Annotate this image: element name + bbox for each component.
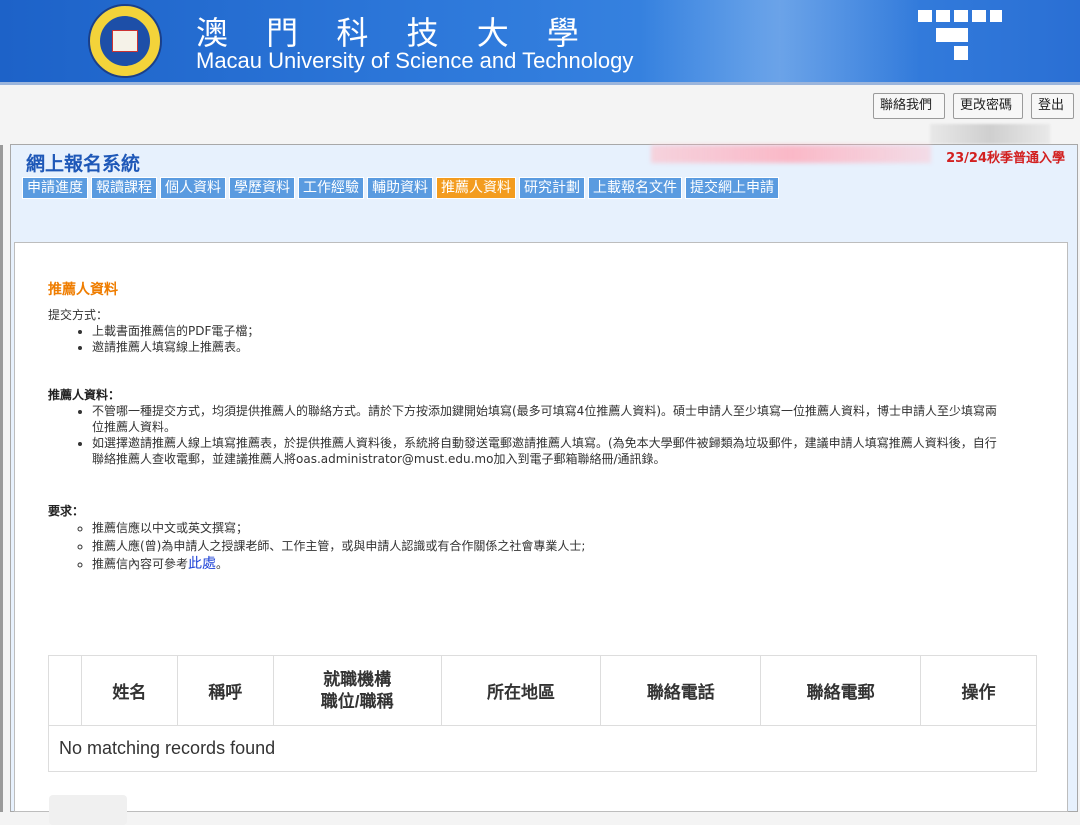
organization-position-column-header[interactable]: 就職機構 職位/職稱 [272,655,442,726]
select-column-header [48,655,82,726]
referee-content: 推薦人資料 提交方式： 上載書面推薦信的PDF電子檔； 邀請推薦人填寫線上推薦表… [14,242,1068,825]
email-column-header[interactable]: 聯絡電郵 [760,655,922,726]
header-banner: 澳 門 科 技 大 學 Macau University of Science … [0,0,1080,82]
phone-column-header[interactable]: 聯絡電話 [600,655,762,726]
list-item: 邀請推薦人填寫線上推薦表。 [92,339,1028,355]
referee-info-block: 推薦人資料： 不管哪一種提交方式，均須提供推薦人的聯絡方式。請於下方按添加鍵開始… [48,387,1008,467]
tab-education[interactable]: 學歷資料 [229,177,295,199]
redacted-applicant-info [651,145,931,163]
referee-table: 姓名 稱呼 就職機構 職位/職稱 所在地區 聯絡電話 聯絡電郵 操作 No mat… [48,655,1037,772]
deco-square [954,10,968,22]
list-item: 上載書面推薦信的PDF電子檔； [92,323,1028,339]
organization-header-line: 就職機構 [323,669,392,689]
deco-square [990,10,1002,22]
list-item: 推薦人應(曾)為申請人之授課老師、工作主管，或與申請人認識或有合作關係之社會專業… [92,537,1028,555]
requirements-block: 要求： 推薦信應以中文或英文撰寫； 推薦人應(曾)為申請人之授課老師、工作主管，… [48,503,1028,573]
tab-referees[interactable]: 推薦人資料 [436,177,516,199]
tab-supplementary[interactable]: 輔助資料 [367,177,433,199]
deco-square [972,10,986,22]
deco-square [936,10,950,22]
empty-table-message: No matching records found [48,725,1037,772]
add-referee-button[interactable] [49,795,127,825]
reference-link[interactable]: 此處 [188,556,216,572]
table-header-row: 姓名 稱呼 就職機構 職位/職稱 所在地區 聯絡電話 聯絡電郵 操作 [48,655,1037,726]
reference-suffix: 。 [216,557,229,571]
top-toolbar: 聯絡我們 更改密碼 登出 [0,82,1080,145]
section-title: 推薦人資料 [48,282,118,298]
list-item: 如選擇邀請推薦人線上填寫推薦表，於提供推薦人資料後，系統將自動發送電郵邀請推薦人… [92,435,1008,467]
deco-square [954,46,968,60]
list-item: 推薦信應以中文或英文撰寫； [92,519,1028,537]
tab-research-plan[interactable]: 研究計劃 [519,177,585,199]
list-item: 推薦信內容可參考此處。 [92,555,1028,573]
salutation-column-header[interactable]: 稱呼 [176,655,274,726]
logout-button[interactable]: 登出 [1031,93,1074,119]
change-password-button[interactable]: 更改密碼 [953,93,1023,119]
system-title: 網上報名系統 [26,153,141,175]
name-column-header[interactable]: 姓名 [80,655,178,726]
logo-book-icon [112,30,138,52]
nav-tabs: 申請進度 報讀課程 個人資料 學歷資料 工作經驗 輔助資料 推薦人資料 研究計劃… [22,177,779,199]
tab-programme[interactable]: 報讀課程 [91,177,157,199]
window-left-edge [0,82,3,812]
list-item: 不管哪一種提交方式，均須提供推薦人的聯絡方式。請於下方按添加鍵開始填寫(最多可填… [92,403,1008,435]
referee-info-label: 推薦人資料： [48,388,121,402]
deco-square [918,10,932,22]
position-header-line: 職位/職稱 [320,691,394,711]
requirements-label: 要求： [48,504,85,518]
table-row: No matching records found [48,725,1037,772]
banner-decoration [640,0,920,82]
actions-column-header: 操作 [920,655,1037,726]
tab-upload-documents[interactable]: 上載報名文件 [588,177,682,199]
university-name-en: Macau University of Science and Technolo… [196,48,634,73]
submit-method-block: 提交方式： 上載書面推薦信的PDF電子檔； 邀請推薦人填寫線上推薦表。 [48,307,1028,355]
deco-square [936,28,968,42]
submit-method-list: 上載書面推薦信的PDF電子檔； 邀請推薦人填寫線上推薦表。 [48,323,1028,355]
university-logo [88,4,162,78]
tab-progress[interactable]: 申請進度 [22,177,88,199]
referee-info-list: 不管哪一種提交方式，均須提供推薦人的聯絡方式。請於下方按添加鍵開始填寫(最多可填… [48,403,1008,467]
redacted-user-info [930,124,1050,144]
region-column-header[interactable]: 所在地區 [440,655,602,726]
tab-submit-application[interactable]: 提交網上申請 [685,177,779,199]
logo-seal [98,14,152,68]
requirements-list: 推薦信應以中文或英文撰寫； 推薦人應(曾)為申請人之授課老師、工作主管，或與申請… [48,519,1028,573]
tab-personal-info[interactable]: 個人資料 [160,177,226,199]
tab-work-experience[interactable]: 工作經驗 [298,177,364,199]
contact-us-button[interactable]: 聯絡我們 [873,93,945,119]
reference-prefix: 推薦信內容可參考 [92,557,189,571]
submit-method-label: 提交方式： [48,308,109,322]
admission-term: 23/24秋季普通入學 [946,151,1065,166]
